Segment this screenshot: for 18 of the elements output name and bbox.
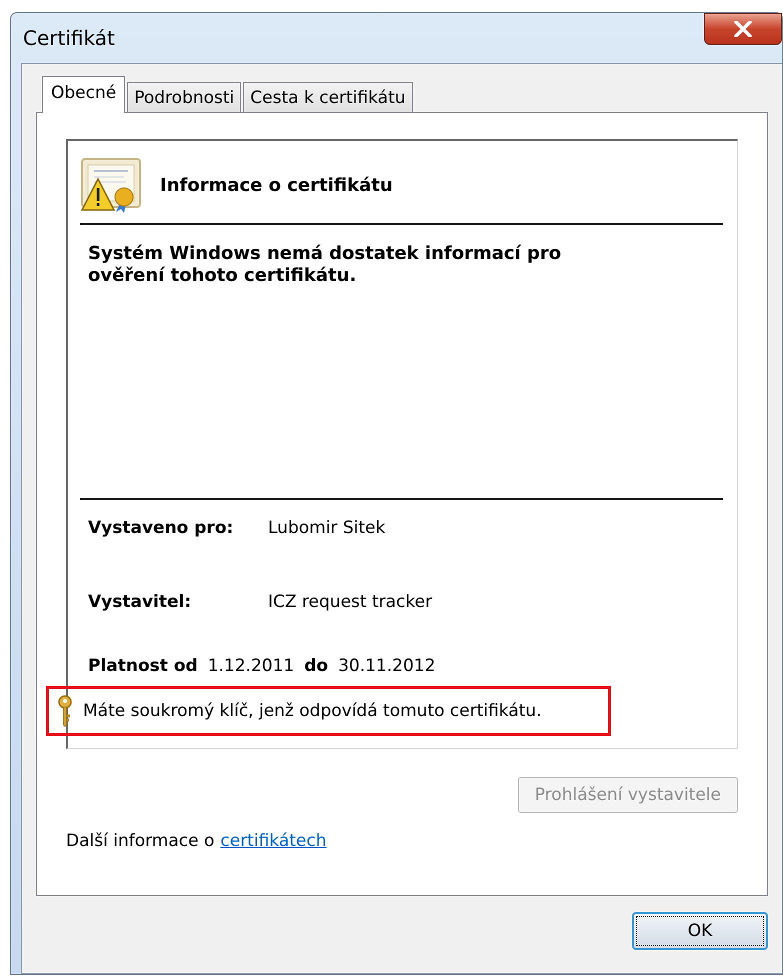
field-value: 30.11.2012 bbox=[338, 656, 436, 676]
field-value: Lubomir Sitek bbox=[268, 518, 386, 538]
private-key-note: Máte soukromý klíč, jenž odpovídá tomuto certifikátu. bbox=[83, 701, 542, 721]
window-title: Certifikát bbox=[23, 26, 115, 50]
field-label: Vystaveno pro: bbox=[88, 518, 234, 538]
field-value: 1.12.2011 bbox=[208, 656, 294, 676]
tab[interactable]: Podrobnosti bbox=[127, 82, 242, 112]
field-label: Platnost od bbox=[88, 656, 198, 676]
more-info-text: Další informace o bbox=[66, 831, 214, 851]
field-value: ICZ request tracker bbox=[268, 592, 432, 612]
info-heading: Informace o certifikátu bbox=[160, 174, 393, 196]
field-label: do bbox=[304, 656, 328, 676]
warning-message: Systém Windows nemá dostatek informací pro ověření tohoto certifikátu. bbox=[88, 243, 562, 286]
field-label: Vystavitel: bbox=[88, 592, 192, 612]
certificates-link[interactable]: certifikátech bbox=[220, 831, 326, 851]
ok-button[interactable]: OK bbox=[632, 912, 768, 950]
tab[interactable]: Obecné bbox=[42, 76, 126, 113]
tab[interactable]: Cesta k certifikátu bbox=[243, 82, 413, 112]
